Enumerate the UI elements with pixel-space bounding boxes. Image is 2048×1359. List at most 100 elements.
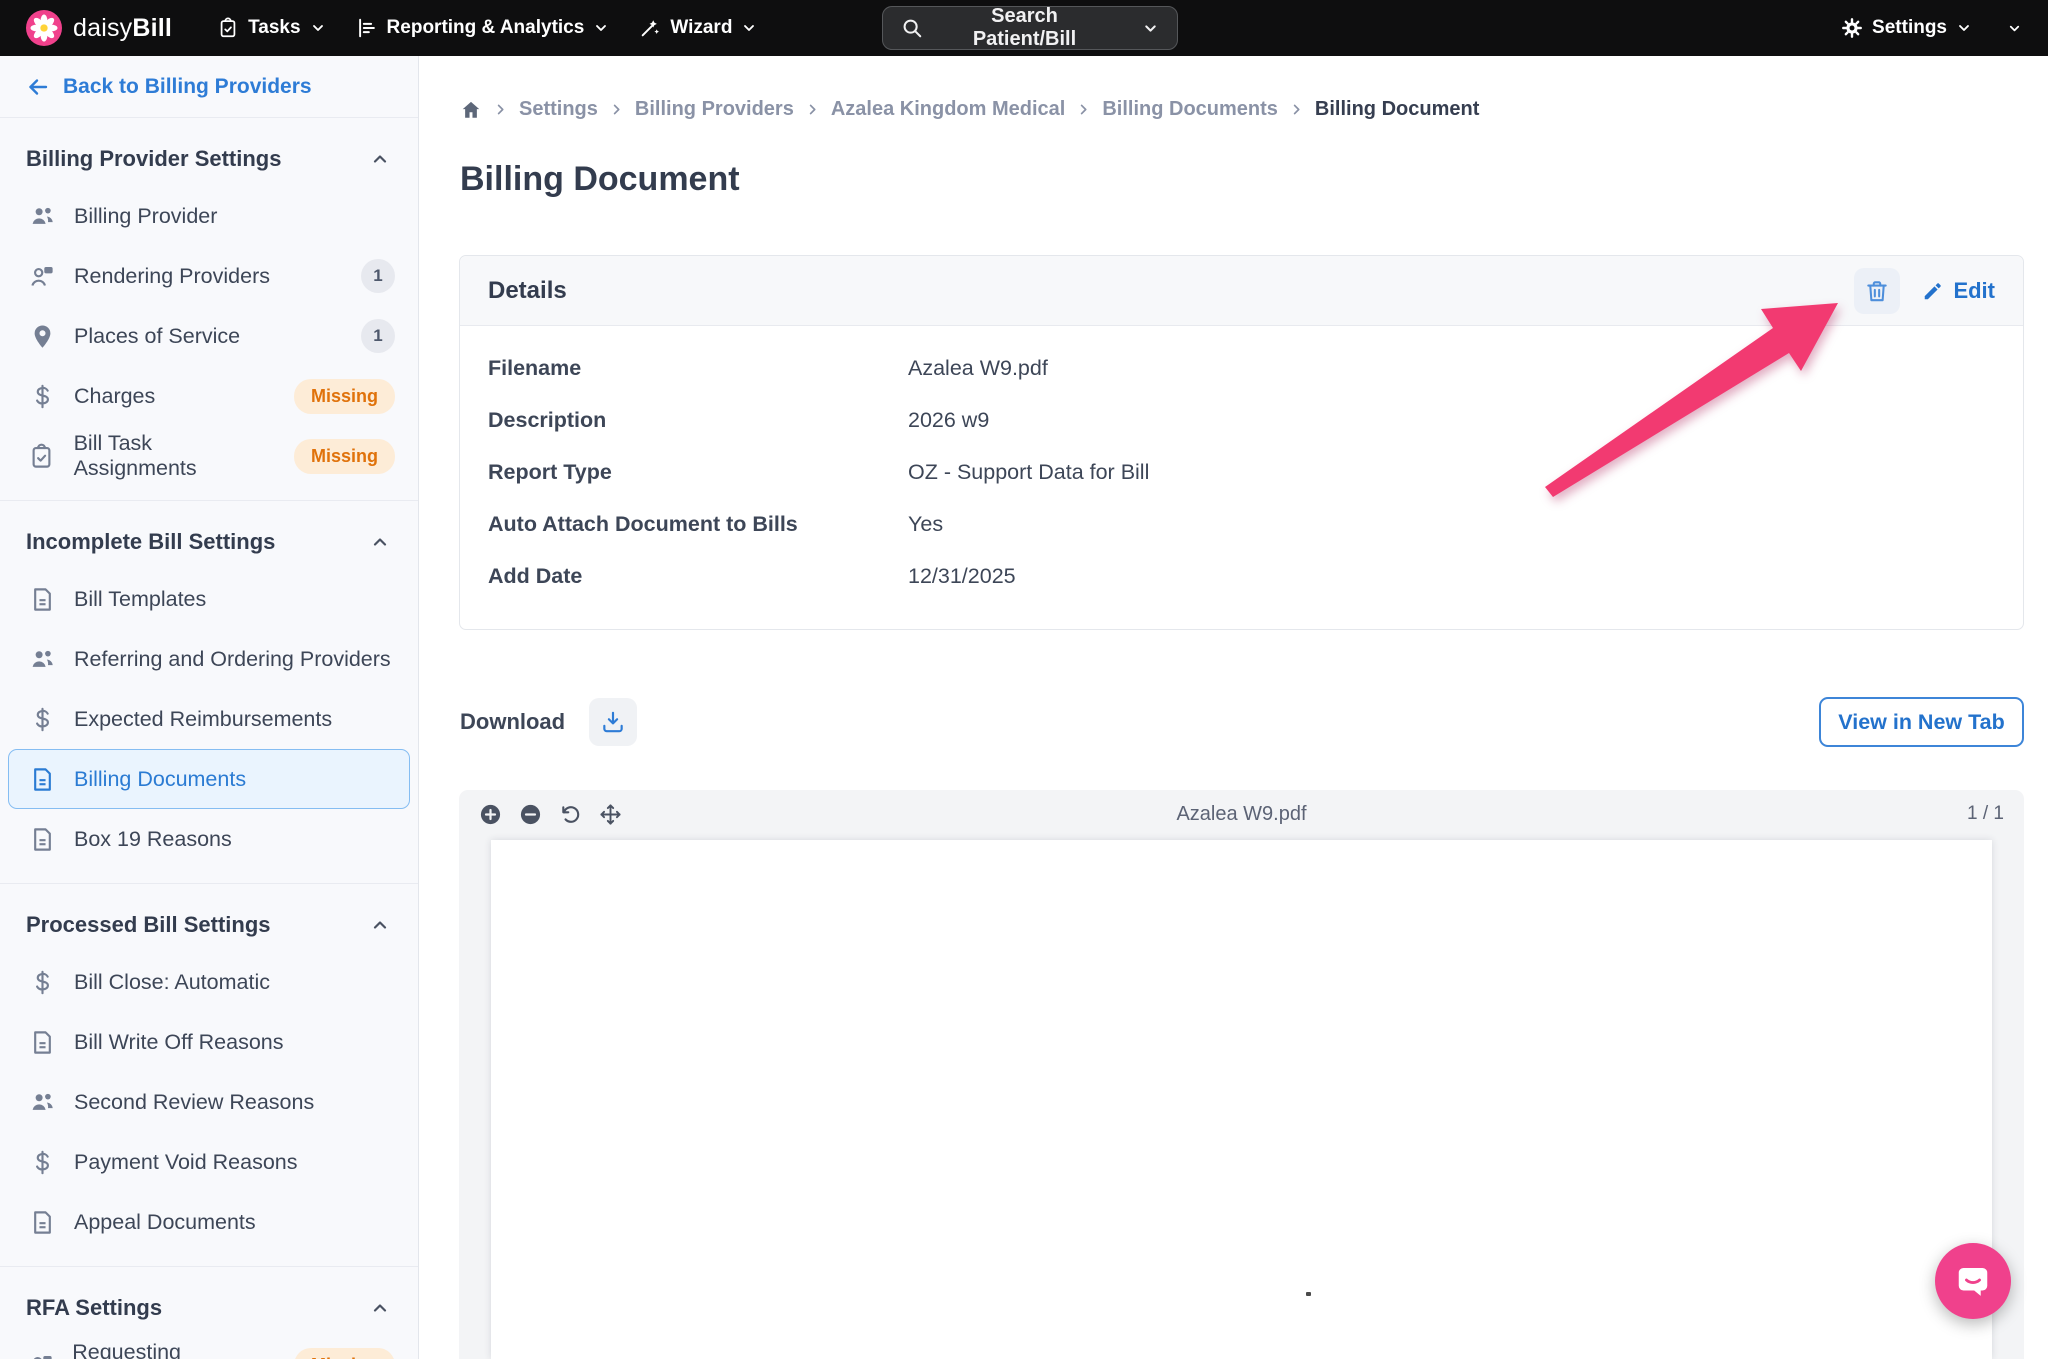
sidebar-item-billing-provider[interactable]: Billing Provider [8,186,410,246]
document-icon [27,766,57,793]
dollar-icon [27,706,57,733]
nav-item-label: Tasks [248,17,300,39]
detail-value: 12/31/2025 [908,564,1016,589]
sidebar-item-expected-reimbursements[interactable]: Expected Reimbursements [8,689,410,749]
details-body: FilenameAzalea W9.pdfDescription2026 w9R… [460,326,2023,602]
dollar-icon [27,1149,57,1176]
details-title: Details [488,277,567,305]
sidebar-section-header[interactable]: Processed Bill Settings [0,896,418,952]
sidebar-section-billing-provider-settings: Billing Provider SettingsBilling Provide… [0,118,418,501]
download-icon [600,709,626,735]
view-in-new-tab-button[interactable]: View in New Tab [1819,697,2024,747]
chevron-down-icon [2007,21,2022,36]
chevron-down-icon [1142,20,1159,37]
sidebar-item-label: Payment Void Reasons [74,1150,298,1175]
pan-icon [599,803,622,826]
sidebar-item-billing-documents[interactable]: Billing Documents [8,749,410,809]
nav-item-reporting-analytics[interactable]: Reporting & Analytics [341,0,625,56]
sidebar-item-charges[interactable]: ChargesMissing [8,366,410,426]
zoom-out-button[interactable] [519,803,542,826]
breadcrumb-current: Billing Document [1315,98,1479,121]
sidebar-item-bill-close-automatic[interactable]: Bill Close: Automatic [8,952,410,1012]
sidebar-section-header[interactable]: Billing Provider Settings [0,130,418,186]
sidebar-item-bill-task-assignments[interactable]: Bill Task AssignmentsMissing [8,426,410,486]
chart-icon [356,17,378,39]
pencil-icon [1922,280,1944,302]
sidebar-item-label: Box 19 Reasons [74,827,232,852]
sidebar: Back to Billing Providers Billing Provid… [0,56,419,1359]
sidebar-item-label: Bill Write Off Reasons [74,1030,284,1055]
missing-badge: Missing [294,439,395,474]
sidebar-item-payment-void-reasons[interactable]: Payment Void Reasons [8,1132,410,1192]
sidebar-item-bill-write-off-reasons[interactable]: Bill Write Off Reasons [8,1012,410,1072]
search-icon [901,17,923,39]
top-nav: daisyBill Tasks Reporting & Analytics Wi… [0,0,2048,56]
chevron-down-icon [593,20,609,36]
edit-button[interactable]: Edit [1922,278,1995,304]
pdf-tool-group [479,803,622,826]
detail-label: Report Type [488,460,908,485]
pdf-toolbar: Azalea W9.pdf 1 / 1 [459,790,2024,838]
document-icon [27,1209,57,1236]
sidebar-item-bill-templates[interactable]: Bill Templates [8,569,410,629]
chevron-right-icon [1076,102,1091,117]
detail-value: Yes [908,512,943,537]
chevron-right-icon [609,102,624,117]
sidebar-section-title: Processed Bill Settings [26,912,271,938]
details-card: Details Edit FilenameAzalea W9.pdfDescri… [459,255,2024,630]
pan-button[interactable] [599,803,622,826]
pin-icon [27,323,57,350]
breadcrumb: Settings Billing Providers Azalea Kingdom … [460,98,1479,121]
sidebar-item-requesting-physicians[interactable]: Requesting PhysiciansMissing [8,1335,410,1359]
sidebar-item-rendering-providers[interactable]: Rendering Providers1 [8,246,410,306]
sidebar-item-places-of-service[interactable]: Places of Service1 [8,306,410,366]
sidebar-item-second-review-reasons[interactable]: Second Review Reasons [8,1072,410,1132]
breadcrumb-link-billing-providers[interactable]: Billing Providers [635,98,794,121]
zoom-in-button[interactable] [479,803,502,826]
brand-daisy: daisy [73,14,132,42]
daisybill-logo[interactable]: daisyBill [26,10,172,46]
pdf-viewer-body[interactable] [459,838,2024,1359]
back-to-billing-providers-link[interactable]: Back to Billing Providers [0,56,418,118]
details-card-header: Details Edit [460,256,2023,326]
download-row: Download [460,698,637,746]
nav-item-settings[interactable]: Settings [1841,0,1972,56]
detail-row-add-date: Add Date12/31/2025 [460,550,2023,602]
search-patient-bill-button[interactable]: Search Patient/Bill [882,6,1178,50]
breadcrumb-link-azalea-kingdom-medical[interactable]: Azalea Kingdom Medical [831,98,1066,121]
sidebar-section-processed-bill-settings: Processed Bill Settings Bill Close: Autom… [0,884,418,1267]
breadcrumb-link-settings[interactable]: Settings [519,98,598,121]
dollar-icon [27,383,57,410]
clipboard-icon [217,17,239,39]
nav-item-wizard[interactable]: Wizard [624,0,772,56]
home-icon[interactable] [460,99,482,121]
download-button[interactable] [589,698,637,746]
download-label: Download [460,709,565,735]
sidebar-item-label: Expected Reimbursements [74,707,332,732]
arrow-left-icon [26,75,50,99]
gear-icon [1841,17,1863,39]
delete-document-button[interactable] [1854,268,1900,314]
detail-label: Auto Attach Document to Bills [488,512,908,537]
sidebar-section-header[interactable]: RFA Settings [0,1279,418,1335]
top-nav-right: Settings [1841,0,2022,56]
page-title: Billing Document [460,160,740,199]
sidebar-item-appeal-documents[interactable]: Appeal Documents [8,1192,410,1252]
sidebar-item-box-19-reasons[interactable]: Box 19 Reasons [8,809,410,869]
chat-bubble-icon [1954,1262,1992,1300]
sidebar-section-header[interactable]: Incomplete Bill Settings [0,513,418,569]
plus-circle-icon [479,803,502,826]
breadcrumb-link-billing-documents[interactable]: Billing Documents [1102,98,1278,121]
daisy-flower-icon [26,10,62,46]
account-menu[interactable] [2000,21,2022,36]
nav-item-label: Reporting & Analytics [387,17,585,39]
rotate-button[interactable] [559,803,582,826]
trash-icon [1864,278,1890,304]
nav-item-tasks[interactable]: Tasks [202,0,340,56]
chat-launcher-button[interactable] [1935,1243,2011,1319]
chevron-up-icon [370,915,390,935]
sidebar-item-referring-and-ordering-providers[interactable]: Referring and Ordering Providers [8,629,410,689]
clipboard-icon [27,443,57,470]
pdf-viewer: Azalea W9.pdf 1 / 1 [459,790,2024,1359]
chevron-right-icon [805,102,820,117]
